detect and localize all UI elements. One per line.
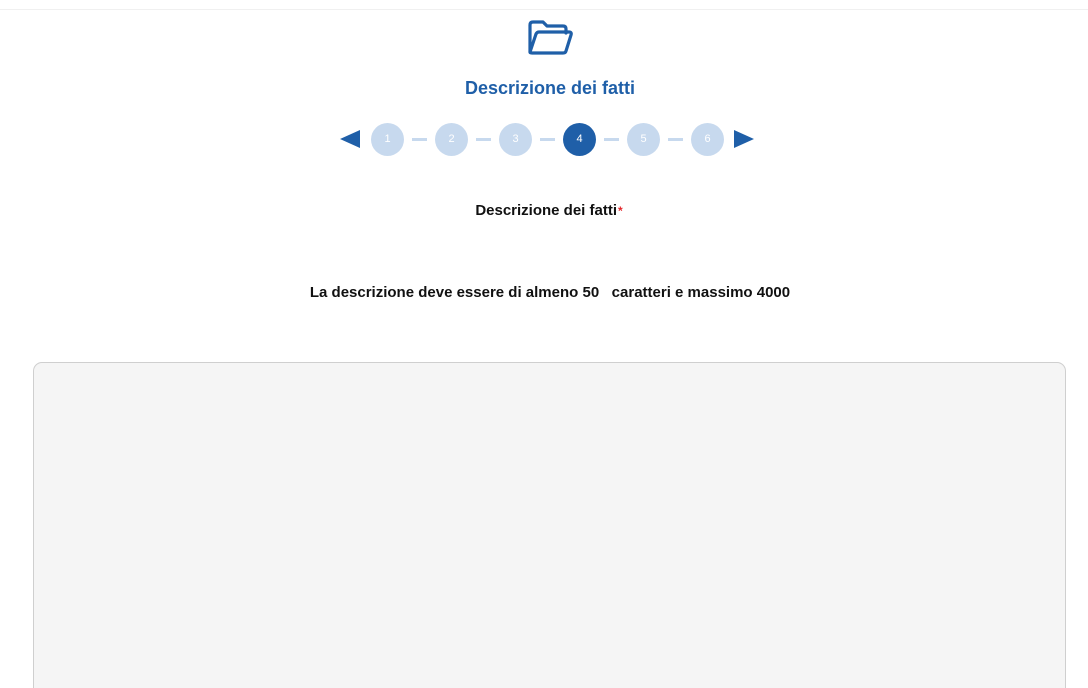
step-separator [540, 137, 555, 141]
step-2[interactable]: 2 [435, 122, 468, 156]
step-4-current[interactable]: 4 [563, 122, 596, 156]
arrow-left-icon[interactable] [340, 130, 360, 148]
step-separator [604, 137, 619, 141]
step-title: Descrizione dei fatti [464, 78, 636, 98]
description-field-label: Descrizione dei fatti* [0, 202, 1088, 219]
step-separator [668, 137, 683, 141]
step-3[interactable]: 3 [499, 122, 532, 156]
arrow-right-icon[interactable] [734, 130, 754, 148]
step-6[interactable]: 6 [691, 122, 724, 156]
report-wizard-page: Descrizione dei fatti 1 2 3 4 5 6 Descri… [0, 0, 1088, 688]
required-asterisk: * [618, 204, 623, 218]
step-1[interactable]: 1 [371, 122, 404, 156]
description-textarea[interactable] [33, 362, 1066, 688]
label-text: Descrizione dei fatti [475, 202, 618, 219]
divider [0, 9, 1088, 10]
length-hint: La descrizione deve essere di almeno 50 … [309, 284, 791, 301]
step-separator [476, 137, 491, 141]
step-5[interactable]: 5 [627, 122, 660, 156]
folder-open-icon [528, 20, 573, 55]
stepper: 1 2 3 4 5 6 [337, 121, 754, 157]
step-separator [412, 137, 427, 141]
